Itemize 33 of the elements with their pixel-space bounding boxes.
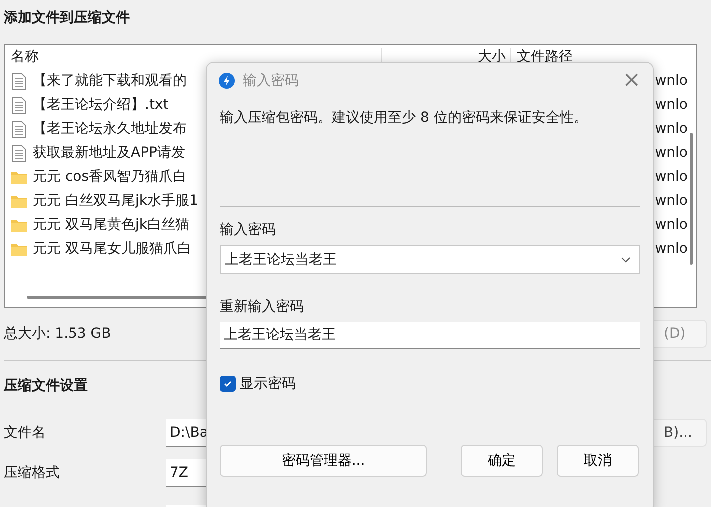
ok-button[interactable]: 确定	[461, 445, 543, 477]
window-title: 添加文件到压缩文件	[3, 9, 131, 28]
file-path: wnlo	[655, 217, 688, 233]
description: 输入压缩包密码。建议使用至少 8 位的密码来保证安全性。	[220, 109, 589, 128]
document-icon	[11, 72, 27, 90]
field-label: 输入密码	[220, 221, 277, 240]
field-label: 压缩格式	[4, 464, 61, 482]
check-icon	[223, 379, 233, 389]
password-field[interactable]: 上老王论坛当老王	[220, 322, 640, 349]
field-label: 重新输入密码	[220, 298, 305, 317]
document-icon	[11, 144, 27, 162]
cancel-button[interactable]: 取消	[557, 445, 639, 477]
total-size: 总大小: 1.53 GB	[4, 325, 112, 343]
file-path: wnlo	[655, 97, 688, 113]
file-path: wnlo	[655, 121, 688, 137]
checkbox-label[interactable]: 显示密码	[240, 375, 296, 393]
file-path: wnlo	[655, 169, 688, 185]
chevron-down-icon	[621, 256, 631, 262]
document-icon	[11, 120, 27, 138]
password-manager-button[interactable]: 密码管理器...	[220, 445, 427, 477]
close-button[interactable]: ×	[622, 70, 641, 92]
file-path: wnlo	[655, 241, 688, 257]
file-path: wnlo	[655, 73, 688, 89]
password-combo-box[interactable]: 上老王论坛当老王	[220, 245, 640, 274]
file-path: wnlo	[655, 193, 688, 209]
document-icon	[11, 96, 27, 114]
scrollbar-thumb[interactable]	[690, 133, 693, 265]
checkbox[interactable]	[220, 376, 236, 392]
field-label: 文件名	[4, 424, 47, 442]
lightning-icon	[219, 73, 235, 89]
dialog-title: 输入密码	[243, 72, 299, 90]
file-path: wnlo	[655, 145, 688, 161]
section-title: 压缩文件设置	[4, 377, 88, 396]
